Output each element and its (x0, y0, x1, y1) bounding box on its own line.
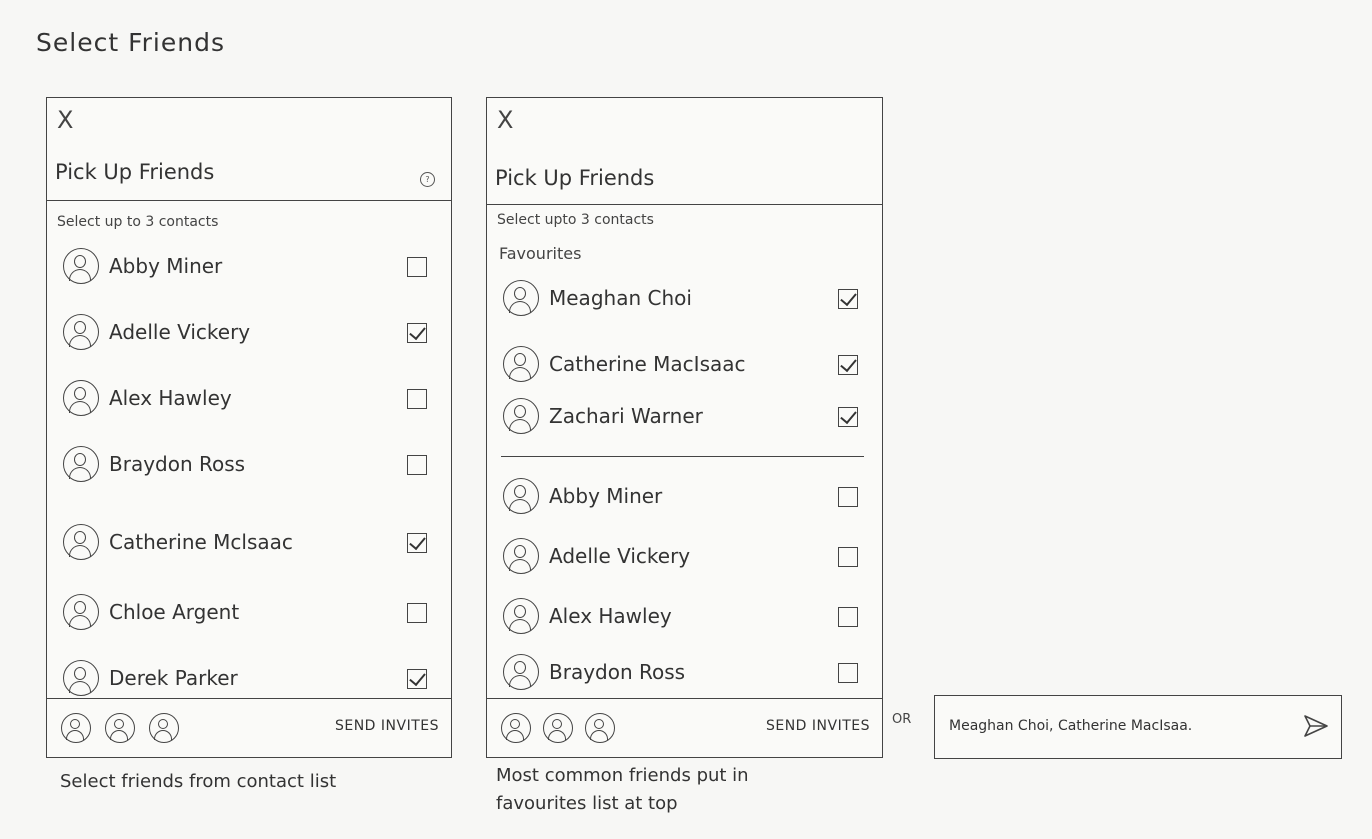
select-limit-text: Select upto 3 contacts (497, 212, 654, 228)
favourite-row[interactable]: Meaghan Choi (501, 278, 864, 324)
or-label: OR (892, 712, 912, 727)
selected-avatar[interactable] (543, 713, 573, 743)
contact-checkbox[interactable] (838, 355, 858, 375)
contact-checkbox[interactable] (838, 487, 858, 507)
page-title: Select Friends (36, 28, 225, 57)
selection-footer: SEND INVITES (487, 698, 882, 757)
contact-row[interactable]: Braydon Ross (501, 652, 864, 698)
contact-name: Braydon Ross (109, 452, 246, 476)
avatar-icon (503, 598, 539, 634)
invite-recipients-field[interactable]: Meaghan Choi, Catherine MacIsaa. (934, 695, 1342, 759)
avatar-icon (503, 478, 539, 514)
invite-recipients-text: Meaghan Choi, Catherine MacIsaa. (949, 718, 1193, 734)
avatar-icon (503, 654, 539, 690)
avatar-icon (503, 280, 539, 316)
avatar-icon (501, 713, 531, 743)
screen-title: Pick Up Friends (495, 166, 655, 190)
contact-checkbox[interactable] (407, 669, 427, 689)
caption-favourites: Most common friends put in favourites li… (496, 765, 749, 814)
selected-avatar[interactable] (105, 713, 135, 743)
select-limit-text: Select up to 3 contacts (57, 214, 219, 230)
selected-avatar[interactable] (61, 713, 91, 743)
contact-checkbox[interactable] (407, 533, 427, 553)
contact-checkbox[interactable] (407, 389, 427, 409)
contact-name: Catherine MacIsaac (549, 352, 746, 376)
contact-name: Abby Miner (109, 254, 223, 278)
selected-avatar[interactable] (149, 713, 179, 743)
avatar-icon (543, 713, 573, 743)
contact-row[interactable]: Abby Miner (61, 246, 433, 292)
contact-row[interactable]: Adelle Vickery (61, 312, 433, 358)
avatar-icon (503, 538, 539, 574)
avatar-icon (503, 346, 539, 382)
favourite-row[interactable]: Zachari Warner (501, 396, 864, 442)
contact-name: Adelle Vickery (549, 544, 691, 568)
send-invites-button[interactable]: SEND INVITES (335, 718, 439, 734)
send-arrow-icon[interactable] (1303, 714, 1329, 738)
avatar-icon (61, 713, 91, 743)
caption-contacts: Select friends from contact list (60, 771, 337, 792)
selection-footer: SEND INVITES (47, 698, 451, 757)
contact-row[interactable]: Chloe Argent (61, 592, 433, 638)
favourite-row[interactable]: Catherine MacIsaac (501, 344, 864, 390)
contact-name: Alex Hawley (109, 386, 232, 410)
contact-name: Meaghan Choi (549, 286, 692, 310)
contact-name: Derek Parker (109, 666, 238, 690)
favourites-divider (501, 456, 864, 457)
avatar-icon (63, 314, 99, 350)
avatar-icon (63, 524, 99, 560)
contact-checkbox[interactable] (407, 455, 427, 475)
avatar-icon (149, 713, 179, 743)
contact-checkbox[interactable] (407, 323, 427, 343)
contact-row[interactable]: Braydon Ross (61, 444, 433, 490)
close-icon[interactable]: X (497, 106, 513, 134)
contact-checkbox[interactable] (838, 607, 858, 627)
send-invites-button[interactable]: SEND INVITES (766, 718, 870, 734)
contact-checkbox[interactable] (407, 257, 427, 277)
selected-avatar[interactable] (585, 713, 615, 743)
pick-friends-screen-contacts: X Pick Up Friends ? Select up to 3 conta… (46, 97, 452, 758)
contact-checkbox[interactable] (838, 547, 858, 567)
contact-name: Catherine Mclsaac (109, 530, 293, 554)
avatar-icon (585, 713, 615, 743)
selected-avatar[interactable] (501, 713, 531, 743)
contact-name: Chloe Argent (109, 600, 240, 624)
contact-row[interactable]: Alex Hawley (501, 596, 864, 642)
header-divider (487, 204, 882, 205)
contact-row[interactable]: Adelle Vickery (501, 536, 864, 582)
contact-row[interactable]: Catherine Mclsaac (61, 522, 433, 568)
help-icon[interactable]: ? (420, 172, 435, 187)
header-divider (47, 200, 451, 201)
avatar-icon (63, 248, 99, 284)
avatar-icon (63, 660, 99, 696)
contact-name: Alex Hawley (549, 604, 672, 628)
contact-name: Adelle Vickery (109, 320, 251, 344)
contact-name: Braydon Ross (549, 660, 686, 684)
contact-name: Zachari Warner (549, 404, 703, 428)
contact-checkbox[interactable] (407, 603, 427, 623)
contact-row[interactable]: Alex Hawley (61, 378, 433, 424)
pick-friends-screen-favourites: X Pick Up Friends Select upto 3 contacts… (486, 97, 883, 758)
favourites-heading: Favourites (499, 244, 582, 263)
contact-name: Abby Miner (549, 484, 663, 508)
avatar-icon (105, 713, 135, 743)
screen-title: Pick Up Friends (55, 160, 215, 184)
avatar-icon (63, 446, 99, 482)
avatar-icon (503, 398, 539, 434)
contact-row[interactable]: Abby Miner (501, 476, 864, 522)
contact-checkbox[interactable] (838, 407, 858, 427)
close-icon[interactable]: X (57, 106, 73, 134)
avatar-icon (63, 380, 99, 416)
contact-checkbox[interactable] (838, 289, 858, 309)
avatar-icon (63, 594, 99, 630)
contact-checkbox[interactable] (838, 663, 858, 683)
